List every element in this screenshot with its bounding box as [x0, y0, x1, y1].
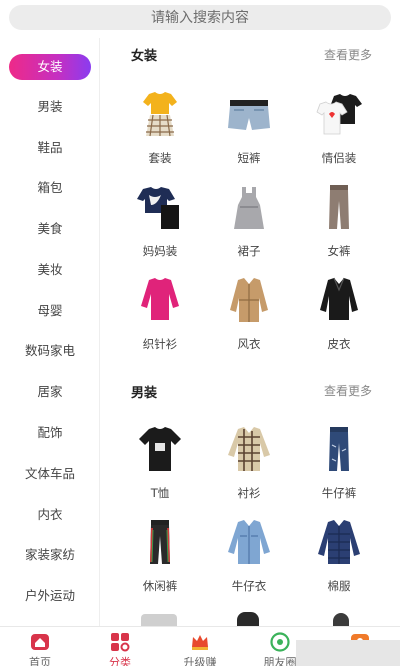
grid-item-dress[interactable]: 裙子 [209, 183, 289, 269]
grid-item-label: 织针衫 [142, 337, 178, 351]
crown-icon [192, 635, 208, 650]
sidebar-item-home[interactable]: 居家 [0, 377, 100, 407]
jeans-icon [329, 427, 349, 471]
sidebar-item-baby[interactable]: 母婴 [0, 296, 100, 326]
search-bar [0, 0, 400, 36]
view-more-mens-link[interactable]: 查看更多 [324, 382, 372, 399]
search-input[interactable] [9, 5, 391, 30]
tshirt-icon [139, 427, 181, 471]
grid-item-label: 妈妈装 [142, 244, 178, 258]
denim-jacket-icon [228, 520, 270, 564]
view-more-womens-link[interactable]: 查看更多 [324, 46, 372, 63]
tab-home[interactable]: 首页 [0, 627, 80, 666]
grid-item-label: 牛仔裤 [321, 486, 357, 500]
leather-jacket-icon [320, 277, 358, 320]
grid-item-label: 牛仔衣 [231, 579, 267, 593]
grid-item-tshirt[interactable]: T恤 [120, 425, 200, 511]
grid-item-label: 皮衣 [327, 337, 351, 351]
tab-category[interactable]: 分类 [80, 627, 160, 666]
grid-item-label: 裙子 [237, 244, 261, 258]
sidebar-item-home-textiles[interactable]: 家装家纺 [0, 540, 100, 570]
dress-icon [234, 187, 264, 229]
moments-icon [270, 632, 290, 652]
grid-item-label: 情侣装 [321, 151, 357, 165]
sidebar-item-sports-auto[interactable]: 文体车品 [0, 459, 100, 489]
grid-item-mom-outfit[interactable]: 妈妈装 [120, 183, 200, 269]
grid-item-label: 女裤 [327, 244, 351, 258]
sidebar-item-digital[interactable]: 数码家电 [0, 336, 100, 366]
section-title-mens: 男装 [131, 386, 158, 401]
search-box[interactable] [9, 5, 391, 30]
grid-item-womens-pants[interactable]: 女裤 [299, 183, 379, 269]
sidebar-item-womens[interactable]: 女装 [9, 54, 91, 80]
trench-coat-icon [230, 278, 268, 322]
knit-sweater-icon [141, 278, 179, 320]
grid-item-knit-sweater[interactable]: 织针衫 [120, 276, 200, 362]
sidebar-item-shoes[interactable]: 鞋品 [0, 133, 100, 163]
grid-item-denim-shorts[interactable]: 短裤 [209, 90, 289, 176]
overlay-patch [296, 640, 400, 666]
category-sidebar: 女装 男装 鞋品 箱包 美食 美妆 母婴 数码家电 居家 配饰 文体车品 内衣 … [0, 38, 100, 626]
padded-coat-icon [318, 520, 360, 564]
plaid-shirt-icon [228, 427, 270, 471]
sidebar-item-beauty[interactable]: 美妆 [0, 255, 100, 285]
category-icon [111, 633, 130, 652]
sidebar-item-underwear[interactable]: 内衣 [0, 500, 100, 530]
sidebar-item-mens[interactable]: 男装 [0, 92, 100, 122]
grid-item-casual-pants[interactable]: 休闲裤 [120, 518, 200, 604]
category-content: 女装 查看更多 套装 短裤 情侣装 妈妈装 裙子 女裤 织针衫 风衣 皮衣 男装… [101, 38, 400, 626]
tab-label: 分类 [109, 656, 131, 666]
grid-item-label: 套装 [148, 151, 172, 165]
grid-item-padded-coat[interactable]: 棉服 [299, 518, 379, 604]
grid-item-trench-coat[interactable]: 风衣 [209, 276, 289, 362]
grid-item-jeans[interactable]: 牛仔裤 [299, 425, 379, 511]
grid-item-label: T恤 [150, 486, 170, 500]
grid-item-outfit-set[interactable]: 套装 [120, 90, 200, 176]
tab-label: 首页 [29, 656, 51, 666]
grid-item-plaid-shirt[interactable]: 衬衫 [209, 425, 289, 511]
next-row-peek [141, 610, 361, 626]
section-title-womens: 女装 [131, 49, 158, 64]
womens-pants-icon [329, 185, 349, 229]
grid-item-leather-jacket[interactable]: 皮衣 [299, 276, 379, 362]
casual-pants-icon [150, 520, 170, 564]
sidebar-item-food[interactable]: 美食 [0, 214, 100, 244]
mom-outfit-icon [137, 187, 179, 229]
home-icon [31, 634, 49, 650]
sidebar-item-outdoor[interactable]: 户外运动 [0, 581, 100, 611]
grid-item-label: 休闲裤 [142, 579, 178, 593]
grid-item-denim-jacket[interactable]: 牛仔衣 [209, 518, 289, 604]
grid-item-label: 衬衫 [237, 486, 261, 500]
grid-item-label: 棉服 [327, 579, 351, 593]
outfit-set-icon [143, 92, 177, 137]
sidebar-item-accessories[interactable]: 配饰 [0, 418, 100, 448]
denim-shorts-icon [228, 100, 270, 130]
grid-item-couple-tees[interactable]: 情侣装 [299, 90, 379, 176]
grid-item-label: 短裤 [237, 151, 261, 165]
sidebar-item-bags[interactable]: 箱包 [0, 173, 100, 203]
couple-tees-icon [316, 94, 362, 135]
grid-item-label: 风衣 [237, 337, 261, 351]
tab-upgrade[interactable]: 升级赚 [160, 627, 240, 666]
tab-label: 升级赚 [183, 656, 217, 666]
